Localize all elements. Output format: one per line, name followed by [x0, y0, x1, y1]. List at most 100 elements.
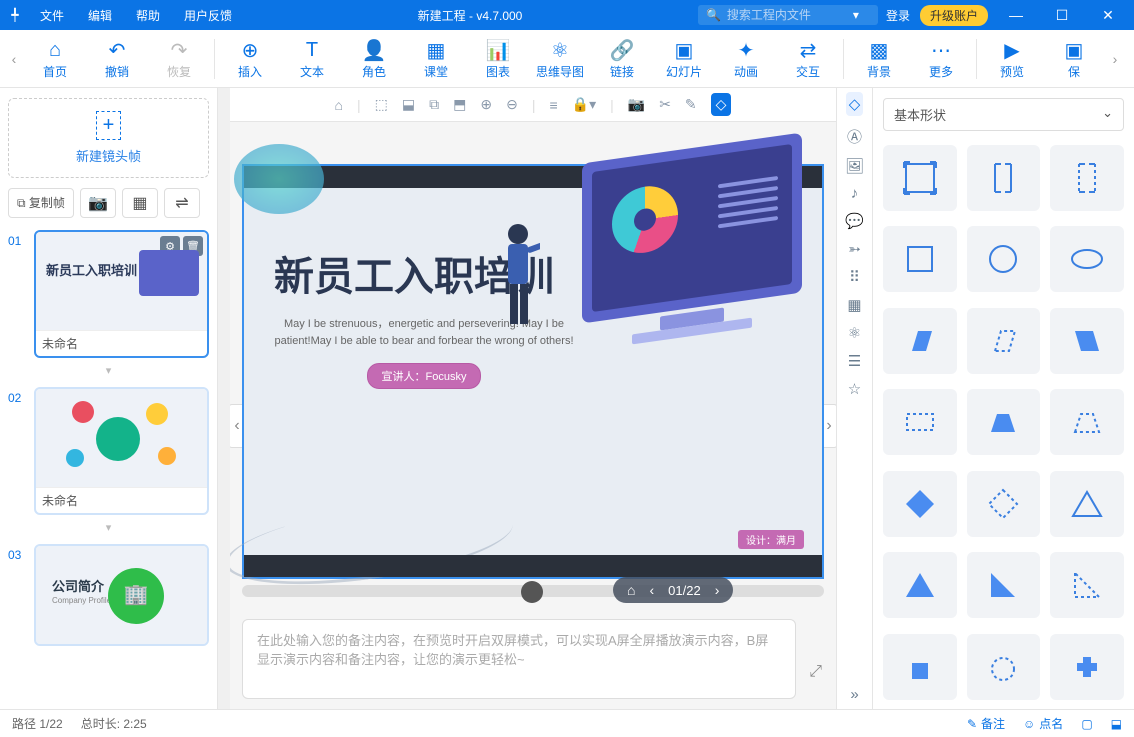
ribbon-prev[interactable]: ‹	[4, 51, 24, 67]
search-dropdown-icon[interactable]: ▾	[853, 8, 859, 22]
grid-tab-icon[interactable]: ▦	[847, 296, 861, 314]
qr-button[interactable]: ▦	[122, 188, 158, 218]
shape-cross[interactable]	[1050, 634, 1124, 700]
music-tab-icon[interactable]: ♪	[851, 185, 859, 202]
shape-dashed-brackets[interactable]	[1050, 145, 1124, 211]
shape-rect-dashed[interactable]	[883, 389, 957, 455]
status-play-icon[interactable]: ▢	[1081, 715, 1092, 732]
slide-illustration[interactable]	[582, 148, 802, 336]
star-tab-icon[interactable]: ☆	[848, 380, 861, 398]
collapse-right-icon[interactable]: »	[850, 686, 858, 703]
ribbon-anim[interactable]: ✦动画	[715, 31, 777, 87]
shape-square[interactable]	[883, 226, 957, 292]
align-icon[interactable]: ≡	[549, 97, 557, 113]
maximize-button[interactable]: ☐	[1044, 7, 1080, 24]
shape-diamond-dashed[interactable]	[967, 471, 1041, 537]
copy-frame-button[interactable]: ⧉ 复制帧	[8, 188, 74, 218]
menu-help[interactable]: 帮助	[126, 3, 170, 28]
collapse-icon[interactable]: ▾	[8, 364, 209, 377]
ribbon-role[interactable]: 👤角色	[343, 31, 405, 87]
image-tab-icon[interactable]: 🖼	[845, 157, 864, 175]
crop-icon[interactable]: ✂	[659, 96, 671, 113]
canvas-stage[interactable]: 新员工入职培训 May I be strenuous，energetic and…	[242, 164, 824, 579]
shape-right-triangle[interactable]	[967, 552, 1041, 618]
ribbon-slides[interactable]: ▣幻灯片	[653, 31, 715, 87]
shape-trapezoid-dashed[interactable]	[1050, 389, 1124, 455]
apps-tab-icon[interactable]: ⠿	[849, 268, 860, 286]
presenter-badge[interactable]: 宣讲人：Focusky	[367, 363, 482, 389]
play-home-icon[interactable]: ⌂	[627, 582, 635, 598]
ribbon-more[interactable]: ⋯更多	[910, 31, 972, 87]
compass-tab-icon[interactable]: ➳	[848, 240, 861, 258]
search-input[interactable]	[727, 8, 847, 22]
ribbon-save[interactable]: ▣保	[1043, 31, 1105, 87]
ribbon-bg[interactable]: ▩背景	[848, 31, 910, 87]
atom-tab-icon[interactable]: ⚛	[848, 324, 861, 342]
login-link[interactable]: 登录	[886, 7, 910, 24]
text-tab-icon[interactable]: Ⓐ	[847, 126, 862, 147]
ribbon-mindmap[interactable]: ⚛思维导图	[529, 31, 591, 87]
ribbon-text[interactable]: T文本	[281, 31, 343, 87]
slide-thumbnail-2[interactable]: 未命名	[34, 387, 209, 515]
status-notes[interactable]: ✎ 备注	[967, 715, 1005, 732]
menu-feedback[interactable]: 用户反馈	[174, 3, 242, 28]
ribbon-home[interactable]: ⌂首页	[24, 31, 86, 87]
ribbon-next[interactable]: ›	[1105, 51, 1125, 67]
shapes-tab-icon[interactable]: ◇	[846, 92, 864, 116]
tool-icon[interactable]: ⬒	[453, 96, 466, 113]
shape-parallelogram-fill[interactable]	[883, 308, 957, 374]
slide-thumbnail-3[interactable]: 公司简介 Company Profile 🏢	[34, 544, 209, 646]
edit-icon[interactable]: ✎	[685, 96, 697, 113]
close-button[interactable]: ✕	[1090, 7, 1126, 24]
ribbon-link[interactable]: 🔗链接	[591, 31, 653, 87]
shape-parallelogram-dashed[interactable]	[967, 308, 1041, 374]
ribbon-interact[interactable]: ⇄交互	[777, 31, 839, 87]
lock-icon[interactable]: 🔒▾	[572, 96, 596, 113]
home-icon[interactable]: ⌂	[335, 97, 343, 113]
shape-brackets[interactable]	[967, 145, 1041, 211]
shuffle-button[interactable]: ⇌	[164, 188, 200, 218]
shape-parallelogram-alt[interactable]	[1050, 308, 1124, 374]
shape-triangle[interactable]	[883, 552, 957, 618]
ribbon-preview[interactable]: ▶预览	[981, 31, 1043, 87]
camera-icon[interactable]: 📷	[628, 96, 645, 113]
tool-icon[interactable]: ⬚	[375, 96, 388, 113]
status-roll[interactable]: ☺ 点名	[1023, 715, 1063, 732]
chat-tab-icon[interactable]: 💬	[845, 212, 864, 230]
menu-edit[interactable]: 编辑	[78, 3, 122, 28]
status-layers-icon[interactable]: ⬓	[1111, 715, 1122, 732]
horizontal-scrollbar[interactable]	[242, 585, 824, 597]
collapse-icon[interactable]: ▾	[8, 521, 209, 534]
zoom-out-icon[interactable]: ⊖	[506, 96, 518, 113]
notes-textarea[interactable]: 在此处输入您的备注内容，在预览时开启双屏模式，可以实现A屏全屏播放演示内容，B屏…	[242, 619, 796, 699]
expand-notes-icon[interactable]: ⤢	[809, 663, 822, 681]
shape-triangle-outline[interactable]	[1050, 471, 1124, 537]
ribbon-class[interactable]: ▦课堂	[405, 31, 467, 87]
layers-tab-icon[interactable]: ☰	[848, 352, 861, 370]
tool-icon[interactable]: ⧉	[429, 96, 439, 113]
sidebar-scrollbar[interactable]	[218, 88, 230, 709]
play-next-icon[interactable]: ›	[715, 582, 720, 598]
zoom-in-icon[interactable]: ⊕	[480, 96, 492, 113]
ribbon-chart[interactable]: 📊图表	[467, 31, 529, 87]
shape-trapezoid[interactable]	[967, 389, 1041, 455]
shape-circle-dashed[interactable]	[967, 634, 1041, 700]
shape-right-triangle-dashed[interactable]	[1050, 552, 1124, 618]
slide-thumbnail-1[interactable]: ⚙🗑 新员工入职培训 未命名	[34, 230, 209, 358]
upgrade-button[interactable]: 升级账户	[920, 5, 988, 26]
shape-partial[interactable]	[883, 634, 957, 700]
ribbon-redo[interactable]: ↷恢复	[148, 31, 210, 87]
shape-ellipse[interactable]	[1050, 226, 1124, 292]
ribbon-undo[interactable]: ↶撤销	[86, 31, 148, 87]
shape-category-select[interactable]: 基本形状⌄	[883, 98, 1124, 131]
menu-file[interactable]: 文件	[30, 3, 74, 28]
camera-button[interactable]: 📷	[80, 188, 116, 218]
tool-icon[interactable]: ⬓	[402, 96, 415, 113]
shape-circle[interactable]	[967, 226, 1041, 292]
shape-tool-icon[interactable]: ◇	[711, 93, 732, 116]
shape-square-outline[interactable]	[883, 145, 957, 211]
new-frame-button[interactable]: + 新建镜头帧	[8, 98, 209, 178]
minimize-button[interactable]: —	[998, 7, 1034, 23]
ribbon-insert[interactable]: ⊕插入	[219, 31, 281, 87]
search-box[interactable]: 🔍 ▾	[698, 5, 878, 25]
